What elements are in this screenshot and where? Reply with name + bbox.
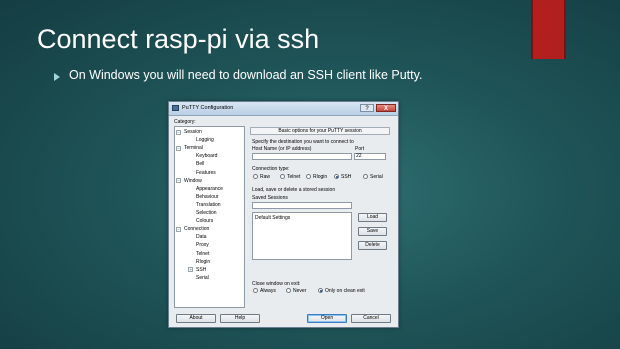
tree-item-telnet[interactable]: Telnet xyxy=(196,251,209,257)
saved-sessions-label: Saved Sessions xyxy=(252,195,288,201)
cancel-button[interactable]: Cancel xyxy=(351,314,391,323)
panel-header: Basic options for your PuTTY session xyxy=(250,127,390,135)
close-option-radio-never[interactable] xyxy=(286,288,291,293)
help-button[interactable]: Help xyxy=(220,314,260,323)
close-option-label-never: Never xyxy=(293,288,307,294)
tree-item-selection[interactable]: Selection xyxy=(196,210,217,216)
conn-type-label-rlogin: Rlogin xyxy=(313,174,328,180)
session-panel: Basic options for your PuTTY session Spe… xyxy=(250,126,394,308)
tree-item-appearance[interactable]: Appearance xyxy=(196,186,223,192)
slide-title: Connect rasp-pi via ssh xyxy=(37,24,320,54)
saved-sessions-input[interactable] xyxy=(252,202,352,209)
close-window-label: Close window on exit: xyxy=(252,281,301,287)
about-button[interactable]: About xyxy=(176,314,216,323)
conn-type-label-ssh: SSH xyxy=(341,174,352,180)
conn-type-radio-rlogin[interactable] xyxy=(306,174,311,179)
category-tree[interactable]: − Session Logging − Terminal Keyboard Bell Feat… xyxy=(174,126,245,308)
close-option-label-only-on-clean-exit: Only on clean exit xyxy=(325,288,365,294)
tree-item-session[interactable]: Session xyxy=(184,129,202,135)
tree-item-rlogin[interactable]: Rlogin xyxy=(196,259,210,265)
collapse-icon[interactable]: − xyxy=(176,178,181,184)
tree-item-bell[interactable]: Bell xyxy=(196,161,204,167)
conn-type-label-serial: Serial xyxy=(370,174,383,180)
open-button[interactable]: Open xyxy=(307,314,347,323)
collapse-icon[interactable]: − xyxy=(176,145,181,151)
conn-type-radio-serial[interactable] xyxy=(363,174,368,179)
tree-item-translation[interactable]: Translation xyxy=(196,202,221,208)
host-name-input[interactable] xyxy=(252,153,352,160)
port-input[interactable]: 22 xyxy=(354,153,386,160)
delete-button[interactable]: Delete xyxy=(358,241,387,250)
connection-type-label: Connection type: xyxy=(252,166,290,172)
tree-item-proxy[interactable]: Proxy xyxy=(196,242,209,248)
help-question-button[interactable]: ? xyxy=(360,104,374,112)
conn-type-label-telnet: Telnet xyxy=(287,174,301,180)
tree-item-logging[interactable]: Logging xyxy=(196,137,214,143)
destination-label: Specify the destination you want to conn… xyxy=(252,139,354,145)
conn-type-radio-raw[interactable] xyxy=(253,174,258,179)
tree-item-data[interactable]: Data xyxy=(196,234,207,240)
bullet-text: On Windows you will need to download an … xyxy=(69,68,423,82)
session-list-item[interactable]: Default Settings xyxy=(255,215,290,221)
close-option-radio-only-on-clean-exit[interactable] xyxy=(318,288,323,293)
window-titlebar[interactable]: PuTTY Configuration ? X xyxy=(169,102,398,116)
load-button[interactable]: Load xyxy=(358,213,387,222)
tree-item-colours[interactable]: Colours xyxy=(196,218,213,224)
port-label: Port xyxy=(355,146,365,152)
collapse-icon[interactable]: − xyxy=(176,129,181,135)
putty-app-icon xyxy=(172,105,179,111)
tree-item-features[interactable]: Features xyxy=(196,170,216,176)
saved-sessions-list[interactable]: Default Settings xyxy=(252,212,352,260)
close-option-radio-always[interactable] xyxy=(253,288,258,293)
tree-item-ssh[interactable]: SSH xyxy=(196,267,206,273)
expand-icon[interactable]: + xyxy=(188,267,193,273)
putty-window: PuTTY Configuration ? X Category: − Sessi… xyxy=(168,101,399,328)
conn-type-radio-telnet[interactable] xyxy=(280,174,285,179)
collapse-icon[interactable]: − xyxy=(176,226,181,232)
save-button[interactable]: Save xyxy=(358,227,387,236)
close-window-button[interactable]: X xyxy=(376,104,396,112)
tree-item-behaviour[interactable]: Behaviour xyxy=(196,194,219,200)
host-name-label: Host Name (or IP address) xyxy=(252,146,312,152)
load-save-label: Load, save or delete a stored session xyxy=(252,187,336,193)
window-title: PuTTY Configuration xyxy=(182,105,234,111)
tree-item-serial[interactable]: Serial xyxy=(196,275,209,281)
red-accent-bar xyxy=(531,0,566,59)
conn-type-label-raw: Raw xyxy=(260,174,271,180)
conn-type-radio-ssh[interactable] xyxy=(334,174,339,179)
tree-item-keyboard[interactable]: Keyboard xyxy=(196,153,217,159)
close-option-label-always: Always xyxy=(260,288,276,294)
bullet-arrow-icon xyxy=(54,73,60,81)
category-label: Category: xyxy=(174,119,196,125)
tree-item-terminal[interactable]: Terminal xyxy=(184,145,203,151)
tree-item-connection[interactable]: Connection xyxy=(184,226,209,232)
tree-item-window[interactable]: Window xyxy=(184,178,202,184)
